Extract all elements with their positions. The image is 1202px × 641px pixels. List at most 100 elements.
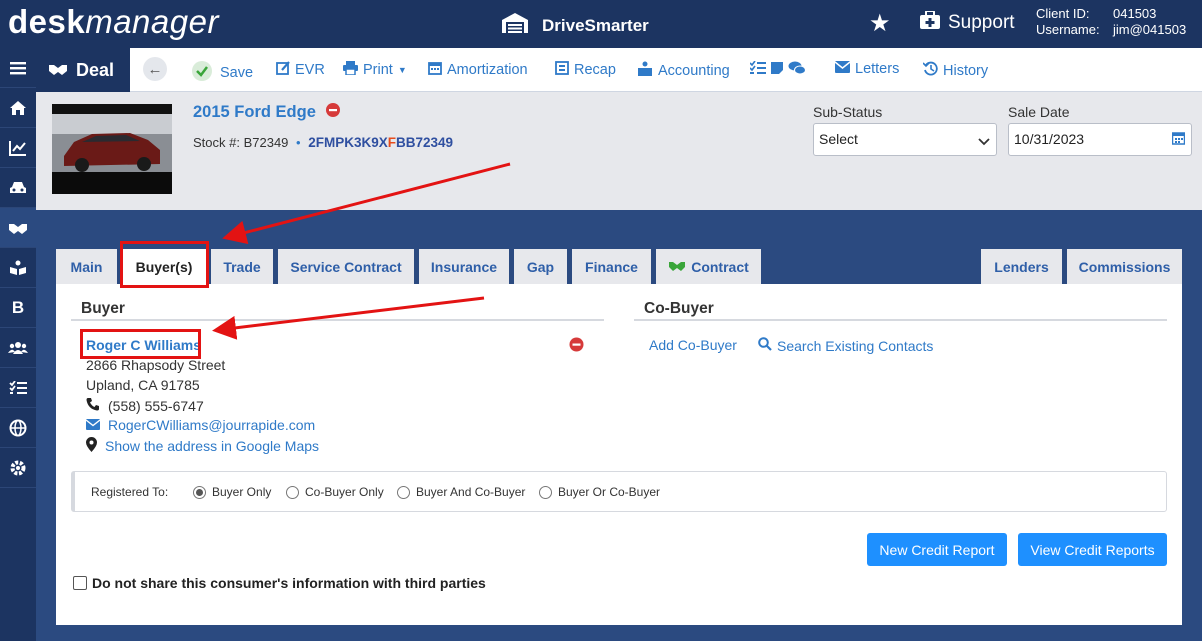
accounting-label: Accounting [658, 62, 730, 79]
buyer-email: RogerCWilliams@jourrapide.com [108, 417, 316, 433]
client-info: Client ID: 041503 Username: jim@041503 [1036, 6, 1186, 38]
buyer-email-link[interactable]: RogerCWilliams@jourrapide.com [85, 417, 316, 433]
home-icon[interactable] [0, 88, 36, 128]
check-circle-icon [192, 61, 212, 85]
radio-button[interactable] [539, 485, 552, 499]
google-maps-link[interactable]: Show the address in Google Maps [86, 437, 319, 455]
tab-insurance[interactable]: Insurance [419, 249, 509, 284]
do-not-share-row[interactable]: Do not share this consumer's information… [73, 575, 486, 591]
deal-module-tab[interactable]: Deal [36, 48, 130, 92]
recap-icon [555, 61, 569, 79]
menu-icon[interactable] [0, 48, 36, 88]
accounting-button[interactable]: Accounting [637, 61, 730, 80]
b-icon[interactable]: B [0, 288, 36, 328]
annotation-highlight-buyer-name [80, 329, 201, 359]
tab-contract-label: Contract [691, 258, 749, 275]
handshake-icon[interactable] [0, 208, 36, 248]
do-not-share-checkbox[interactable] [73, 576, 87, 590]
new-credit-report-button[interactable]: New Credit Report [867, 533, 1007, 566]
tab-service-contract[interactable]: Service Contract [278, 249, 414, 284]
remove-buyer-icon[interactable] [569, 337, 584, 355]
tab-finance-label: Finance [585, 258, 638, 275]
comments-icon[interactable] [788, 61, 806, 79]
envelope-icon [85, 417, 101, 433]
client-id-value: 041503 [1113, 6, 1157, 21]
tab-main[interactable]: Main [56, 249, 117, 284]
accounting-icon [637, 61, 653, 80]
vehicle-title-text: 2015 Ford Edge [193, 103, 316, 121]
search-contacts-label: Search Existing Contacts [777, 337, 934, 354]
view-credit-reports-button[interactable]: View Credit Reports [1018, 533, 1167, 566]
search-contacts-link[interactable]: Search Existing Contacts [758, 337, 933, 354]
recap-button[interactable]: Recap [555, 61, 616, 79]
tab-service-contract-label: Service Contract [290, 258, 402, 275]
vehicle-title[interactable]: 2015 Ford Edge [193, 103, 340, 122]
history-button[interactable]: History [922, 61, 988, 80]
chart-icon[interactable] [0, 128, 36, 168]
vehicle-subtitle: Stock #: B72349 • 2FMPK3K9XFBB72349 [193, 135, 453, 150]
radio-button[interactable] [286, 485, 299, 499]
tab-lenders-label: Lenders [994, 258, 1049, 275]
radio-buyer-only[interactable]: Buyer Only [193, 485, 271, 499]
globe-icon[interactable] [0, 408, 36, 448]
deskmanager-logo[interactable]: deskmanager [8, 3, 219, 41]
phone-icon [86, 397, 100, 414]
tab-contract[interactable]: Contract [656, 249, 761, 284]
users-icon[interactable] [0, 328, 36, 368]
garage-icon [500, 12, 530, 39]
letters-label: Letters [855, 61, 900, 77]
buyer-city: Upland, CA 91785 [86, 377, 200, 393]
printer-icon [343, 61, 358, 79]
radio-button[interactable] [397, 485, 410, 499]
sale-date-input[interactable]: 10/31/2023 [1008, 123, 1192, 156]
support-label: Support [948, 12, 1015, 33]
favorites-star-icon[interactable]: ★ [869, 9, 891, 38]
back-button[interactable]: ← [143, 57, 167, 81]
save-label: Save [220, 65, 254, 81]
handshake-icon [668, 259, 686, 275]
recap-label: Recap [574, 62, 616, 78]
list-icon[interactable] [0, 368, 36, 408]
envelope-icon [834, 61, 851, 77]
add-cobuyer-label: Add Co-Buyer [649, 337, 737, 353]
support-button[interactable]: Support [920, 10, 1015, 35]
tab-commissions[interactable]: Commissions [1067, 249, 1182, 284]
history-icon [922, 61, 938, 80]
medkit-icon [920, 10, 940, 35]
note-icon[interactable] [770, 61, 784, 79]
buyer-phone-row: (558) 555-6747 [86, 397, 204, 414]
remove-circle-icon[interactable] [325, 103, 340, 122]
save-button[interactable]: Save [192, 61, 253, 85]
evr-button[interactable]: EVR [276, 61, 325, 79]
tab-gap[interactable]: Gap [514, 249, 567, 284]
sale-date-value: 10/31/2023 [1014, 131, 1085, 147]
print-label: Print [363, 62, 393, 78]
print-dropdown[interactable]: Print ▼ [343, 61, 407, 79]
tab-finance[interactable]: Finance [572, 249, 651, 284]
tab-commissions-label: Commissions [1078, 258, 1171, 275]
deal-toolbar: Deal ← Save EVR Print ▼ Amortization Rec… [36, 48, 1202, 92]
calendar-icon[interactable] [1171, 131, 1186, 148]
registered-to-group: Registered To: Buyer Only Co-Buyer Only … [71, 471, 1167, 512]
deal-label: Deal [76, 59, 115, 80]
gear-icon[interactable] [0, 448, 36, 488]
sub-status-select[interactable]: Select [813, 123, 997, 156]
amortization-button[interactable]: Amortization [428, 61, 528, 79]
radio-buyer-and-cobuyer[interactable]: Buyer And Co-Buyer [397, 485, 525, 499]
brand-label: DriveSmarter [542, 15, 649, 35]
car-icon[interactable] [0, 168, 36, 208]
edit-icon [276, 61, 290, 79]
radio-button[interactable] [193, 485, 206, 499]
tab-trade[interactable]: Trade [211, 249, 273, 284]
tasks-notes-messages-group[interactable] [749, 60, 806, 79]
radio-buyer-or-cobuyer[interactable]: Buyer Or Co-Buyer [539, 485, 660, 499]
radio-cobuyer-only[interactable]: Co-Buyer Only [286, 485, 384, 499]
sub-status-label: Sub-Status [813, 104, 883, 120]
tasks-icon[interactable] [749, 60, 766, 79]
book-icon[interactable] [0, 248, 36, 288]
letters-button[interactable]: Letters [834, 61, 900, 77]
vin-number[interactable]: 2FMPK3K9XFBB72349 [308, 135, 453, 150]
add-cobuyer-link[interactable]: Add Co-Buyer [649, 337, 737, 353]
vehicle-photo[interactable] [52, 104, 172, 194]
tab-lenders[interactable]: Lenders [981, 249, 1062, 284]
